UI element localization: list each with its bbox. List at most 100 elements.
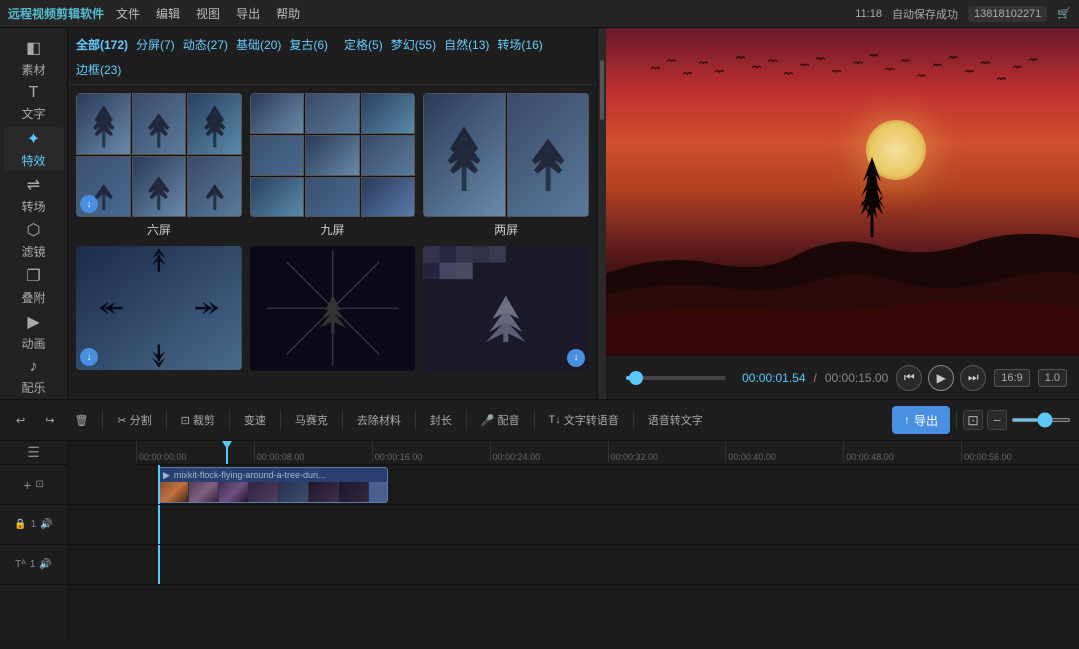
stt-btn[interactable]: 语音转文字 <box>640 406 711 434</box>
sidebar-item-music[interactable]: ♪ 配乐 <box>4 355 64 399</box>
grid-thumb-jiupan <box>250 93 416 217</box>
export-icon: ↑ <box>904 413 910 427</box>
grid-item-liangpan[interactable]: 两屏 <box>423 93 589 238</box>
crop-btn[interactable]: ⊡ 裁剪 <box>173 406 223 434</box>
sidebar-item-animation[interactable]: ▶ 动画 <box>4 310 64 354</box>
sep4 <box>280 410 281 430</box>
grid-item-4[interactable]: ↓ <box>76 246 242 374</box>
ruler-playhead[interactable] <box>226 441 228 464</box>
zoom-slider[interactable] <box>1011 418 1071 422</box>
sidebar-item-material[interactable]: ◧ 素材 <box>4 36 64 80</box>
menu-help[interactable]: 帮助 <box>276 5 300 22</box>
video-clip[interactable]: ▶ mixkit-flock-flying-around-a-tree-duri… <box>158 467 388 503</box>
menu-file[interactable]: 文件 <box>116 5 140 22</box>
timeline-thumb[interactable] <box>629 371 643 385</box>
undo-btn[interactable]: ↩ <box>8 406 33 434</box>
top-bar-left: 远程视频剪辑软件 文件 编辑 视图 导出 帮助 <box>8 5 300 22</box>
sep10 <box>956 410 957 430</box>
panel-scrollbar[interactable] <box>598 28 606 399</box>
download-badge-blur[interactable]: ↓ <box>567 349 585 367</box>
sidebar-item-text[interactable]: T 文字 <box>4 82 64 126</box>
split-btn[interactable]: ✂ 分割 <box>109 406 159 434</box>
tab-basic[interactable]: 基础(20) <box>236 34 281 55</box>
grid-item-jiupan[interactable]: 九屏 <box>250 93 416 238</box>
panel-container: 全部(172) 分屏(7) 动态(27) 基础(20) 复古(6) 定格(5) … <box>68 28 606 399</box>
sidebar-label-material: 素材 <box>21 61 45 78</box>
hills-svg <box>606 192 1079 356</box>
next-frame-btn[interactable]: ⏭ <box>960 365 986 391</box>
sidebar-item-effects[interactable]: ✦ 特效 <box>4 127 64 171</box>
clip-thumb-6 <box>309 482 339 503</box>
mask-btn[interactable]: 马赛克 <box>287 406 336 434</box>
speed-btn[interactable]: 变速 <box>236 406 274 434</box>
tts-label: 文字转语音 <box>564 412 619 428</box>
grid-item-liupan[interactable]: ↓ 六屏 <box>76 93 242 238</box>
clip-label: mixkit-flock-flying-around-a-tree-duri..… <box>174 470 326 480</box>
extend-btn[interactable]: 封长 <box>422 406 460 434</box>
audio1-vol-icon: 🔊 <box>40 519 52 530</box>
timeline-tracks[interactable]: ▶ mixkit-flock-flying-around-a-tree-duri… <box>68 465 1079 641</box>
delete-btn[interactable]: 🗑 <box>66 406 96 434</box>
ruler-row: ☰ 00:00:00.00 00:00:08.00 00:00:16.00 00… <box>0 441 1079 465</box>
effects-grid: ↓ 六屏 <box>68 85 597 399</box>
timeline-menu-icon[interactable]: ☰ <box>27 444 40 461</box>
ruler-mark-2: 00:00:16.00 <box>372 441 490 462</box>
zoom-controls: ⊡ − <box>963 410 1071 430</box>
voice-btn[interactable]: 🎤 配音 <box>473 406 528 434</box>
cart-icon[interactable]: 🛒 <box>1057 7 1071 20</box>
grid-thumb-radial <box>250 246 416 370</box>
timeline-left-panel: + ⊡ 🔒 1 🔊 Tᴬ 1 🔊 <box>0 465 68 641</box>
time-separator: / <box>814 371 817 385</box>
sticker-icon: ❐ <box>26 266 40 286</box>
tab-all[interactable]: 全部(172) <box>76 34 128 55</box>
redo-btn[interactable]: ↪ <box>37 406 62 434</box>
tab-freeze[interactable]: 定格(5) <box>344 34 383 55</box>
grid-thumb-liangpan <box>423 93 589 217</box>
sep8 <box>534 410 535 430</box>
sidebar-label-music: 配乐 <box>21 379 45 396</box>
tab-border[interactable]: 边框(23) <box>76 59 121 80</box>
sidebar-item-sticker[interactable]: ❐ 叠附 <box>4 264 64 308</box>
top-bar: 远程视频剪辑软件 文件 编辑 视图 导出 帮助 11:18 自动保存成功 138… <box>0 0 1079 28</box>
tab-nature[interactable]: 自然(13) <box>444 34 489 55</box>
tab-fantasy[interactable]: 梦幻(55) <box>391 34 436 55</box>
menu-export[interactable]: 导出 <box>236 5 260 22</box>
preview-timeline-bar[interactable] <box>626 376 726 380</box>
tree-silhouette <box>857 147 887 237</box>
sidebar-item-filter[interactable]: ⬡ 滤镜 <box>4 219 64 263</box>
tts-btn[interactable]: T↓ 文字转语音 <box>541 406 627 434</box>
grid-item-blur[interactable]: ↓ <box>423 246 589 374</box>
export-btn[interactable]: ↑ 导出 <box>892 406 950 434</box>
zoom-out-btn[interactable]: − <box>987 410 1007 430</box>
add-track-icon[interactable]: + <box>23 477 31 493</box>
tab-transition[interactable]: 转场(16) <box>497 34 542 55</box>
zoom-fit-btn[interactable]: ⊡ <box>963 410 983 430</box>
sidebar-label-transition: 转场 <box>21 198 45 215</box>
zoom-badge[interactable]: 1.0 <box>1038 369 1067 387</box>
tab-splitscreen[interactable]: 分屏(7) <box>136 34 175 55</box>
top-bar-menu: 文件 编辑 视图 导出 帮助 <box>116 5 300 22</box>
removebg-btn[interactable]: 去除材料 <box>349 406 409 434</box>
play-btn[interactable]: ▶ <box>928 365 954 391</box>
sidebar-item-transition[interactable]: ⇌ 转场 <box>4 173 64 217</box>
ruler-mark-1: 00:00:08.00 <box>254 441 372 462</box>
aspect-ratio-badge[interactable]: 16:9 <box>994 369 1029 387</box>
tab-retro[interactable]: 复古(6) <box>289 34 328 55</box>
tab-dynamic[interactable]: 动态(27) <box>183 34 228 55</box>
main-layout: ◧ 素材 T 文字 ✦ 特效 ⇌ 转场 ⬡ 滤镜 ❐ 叠附 ▶ 动画 ♪ 配乐 <box>0 28 1079 399</box>
track-row-video: ▶ mixkit-flock-flying-around-a-tree-duri… <box>68 465 1079 505</box>
ruler-left-pad: ☰ <box>0 441 68 465</box>
sep2 <box>166 410 167 430</box>
user-id: 13818102271 <box>968 6 1047 22</box>
menu-view[interactable]: 视图 <box>196 5 220 22</box>
ta-icon: Tᴬ <box>15 559 26 570</box>
grid-thumb-liupan: ↓ <box>76 93 242 217</box>
audio1-icon: 🔒 <box>14 519 26 530</box>
menu-edit[interactable]: 编辑 <box>156 5 180 22</box>
grid-item-radial[interactable] <box>250 246 416 374</box>
crop-icon: ⊡ <box>181 414 190 427</box>
prev-frame-btn[interactable]: ⏮ <box>896 365 922 391</box>
animation-icon: ▶ <box>27 312 39 332</box>
export-label: 导出 <box>914 412 938 429</box>
grid-thumb-4: ↓ <box>76 246 242 370</box>
